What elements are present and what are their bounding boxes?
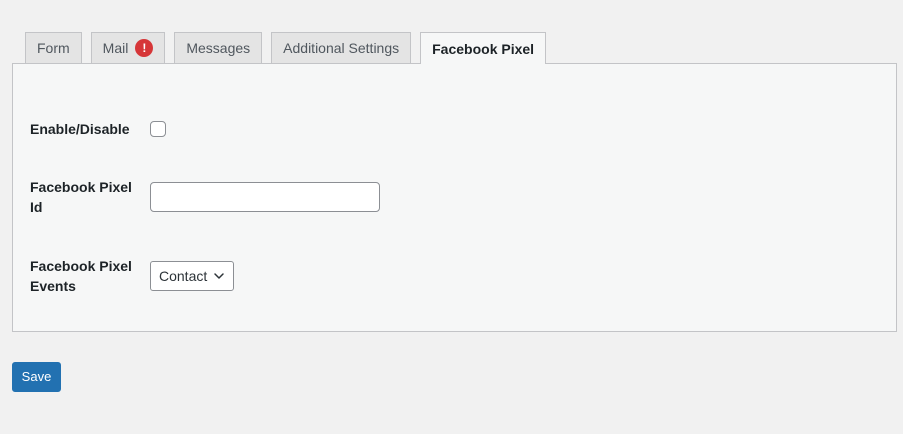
tab-additional-settings-label: Additional Settings: [283, 40, 400, 56]
enable-checkbox[interactable]: [150, 121, 166, 137]
tab-facebook-pixel[interactable]: Facebook Pixel: [420, 32, 547, 64]
pixel-id-label: Facebook Pixel Id: [30, 179, 132, 215]
pixel-events-selected-value: Contact: [159, 268, 208, 284]
pixel-events-select[interactable]: Contact: [150, 261, 234, 291]
pixel-events-label: Facebook Pixel Events: [30, 258, 132, 294]
chevron-down-icon: [214, 273, 224, 279]
tab-bar: Form Mail ! Messages Additional Settings…: [25, 32, 547, 64]
enable-label: Enable/Disable: [30, 121, 130, 137]
tab-mail-label: Mail: [102, 40, 129, 56]
tab-additional-settings[interactable]: Additional Settings: [271, 32, 412, 63]
settings-page: Form Mail ! Messages Additional Settings…: [0, 0, 903, 434]
tab-form-label: Form: [37, 40, 70, 56]
tab-messages[interactable]: Messages: [174, 32, 263, 63]
exclamation-icon: !: [135, 39, 154, 57]
tab-messages-label: Messages: [186, 40, 251, 56]
tab-form[interactable]: Form: [25, 32, 82, 63]
tab-facebook-pixel-label: Facebook Pixel: [432, 40, 535, 57]
save-button[interactable]: Save: [12, 362, 61, 392]
settings-panel: Enable/Disable Facebook Pixel Id Faceboo…: [12, 63, 897, 332]
tab-mail[interactable]: Mail !: [90, 32, 166, 63]
pixel-id-input[interactable]: [150, 182, 380, 212]
